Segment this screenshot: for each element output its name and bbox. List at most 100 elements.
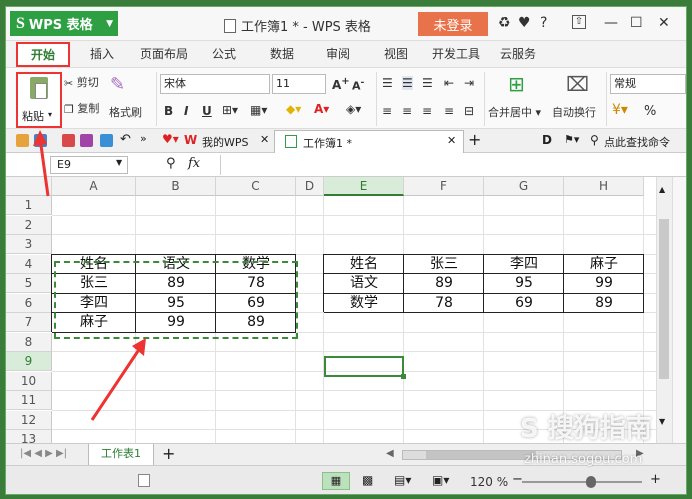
row-header-9[interactable]: 9	[6, 352, 52, 371]
active-cell-e9[interactable]	[324, 356, 406, 379]
more-icon[interactable]: »	[140, 132, 147, 145]
align-middle-icon[interactable]: ☰	[402, 76, 413, 90]
table-cell[interactable]: 麻子	[564, 255, 644, 274]
table-cell[interactable]: 78	[404, 294, 484, 313]
column-header-d[interactable]: D	[296, 177, 324, 196]
add-sheet-icon[interactable]: +	[162, 444, 175, 463]
normal-view-icon[interactable]: ▦	[322, 472, 350, 490]
tab-view[interactable]: 视图	[384, 45, 408, 62]
minimize-icon[interactable]: —	[604, 15, 618, 31]
open-folder-icon[interactable]	[16, 134, 29, 147]
undo-icon[interactable]: ↶	[120, 132, 131, 147]
number-format-select[interactable]: 常规	[610, 74, 686, 94]
restore-ribbon-icon[interactable]: ⇧	[572, 15, 586, 29]
save-icon[interactable]	[34, 134, 47, 147]
row-header-12[interactable]: 12	[6, 410, 52, 430]
shirt-icon[interactable]: ♥	[518, 15, 531, 31]
row-header-10[interactable]: 10	[6, 371, 52, 391]
row-header-11[interactable]: 11	[6, 391, 52, 410]
row-header-4[interactable]: 4	[6, 254, 52, 274]
tab-review[interactable]: 审阅	[326, 45, 350, 62]
zoom-slider-knob[interactable]	[586, 476, 596, 488]
page-break-view-icon[interactable]: ▩	[362, 473, 373, 487]
table-cell[interactable]: 张三	[404, 255, 484, 274]
skin-icon[interactable]: ♻	[498, 15, 511, 31]
justify-icon[interactable]: ≡	[444, 104, 454, 118]
cut-button[interactable]: ✂ 剪切	[64, 74, 99, 90]
print-icon[interactable]	[80, 134, 93, 147]
font-name-select[interactable]: 宋体	[160, 74, 270, 94]
percent-button[interactable]: %	[644, 104, 656, 119]
horizontal-scroll-thumb[interactable]	[426, 451, 536, 459]
row-header-13[interactable]: 13	[6, 430, 52, 443]
table-cell[interactable]: 姓名	[324, 255, 404, 274]
macro-icon[interactable]	[138, 474, 150, 487]
format-painter-button[interactable]: 格式刷	[109, 104, 142, 120]
table-cell[interactable]: 95	[484, 274, 564, 293]
zoom-slider-track[interactable]	[522, 481, 642, 483]
d-icon[interactable]: D	[542, 133, 552, 147]
zoom-in-icon[interactable]: +	[650, 472, 661, 487]
new-tab-icon[interactable]: +	[468, 130, 481, 149]
vertical-scroll-thumb[interactable]	[659, 219, 669, 379]
column-header-e[interactable]: E	[324, 177, 404, 196]
customize-icon[interactable]: ♥▾	[162, 132, 179, 146]
underline-button[interactable]: U	[202, 104, 212, 118]
row-header-5[interactable]: 5	[6, 274, 52, 293]
table-cell[interactable]: 数学	[324, 294, 404, 313]
table-cell[interactable]: 89	[564, 294, 644, 313]
reading-mode-icon[interactable]: ▣▾	[432, 473, 449, 487]
close-tab-icon[interactable]: ✕	[260, 133, 269, 146]
help-icon[interactable]: ?	[540, 15, 547, 31]
close-tab-icon[interactable]: ✕	[447, 134, 456, 147]
align-right-icon[interactable]: ≡	[422, 104, 432, 118]
column-header-g[interactable]: G	[484, 177, 564, 196]
grow-font-icon[interactable]: A+	[332, 76, 350, 92]
maximize-icon[interactable]: ☐	[630, 15, 643, 31]
scroll-left-icon[interactable]: ◀	[386, 448, 394, 459]
login-button[interactable]: 未登录	[418, 12, 488, 36]
align-left-icon[interactable]: ≡	[382, 104, 392, 118]
row-header-7[interactable]: 7	[6, 313, 52, 332]
wrap-text-button[interactable]: 自动换行	[552, 104, 596, 120]
row-header-6[interactable]: 6	[6, 293, 52, 313]
share-icon[interactable]: ⚑▾	[564, 133, 579, 146]
fx-button[interactable]: fx	[188, 156, 200, 171]
tab-workbook1[interactable]: 工作簿1 * ✕	[274, 130, 464, 153]
table-cell[interactable]: 99	[564, 274, 644, 293]
tab-data[interactable]: 数据	[270, 45, 294, 62]
zoom-out-icon[interactable]: −	[512, 472, 523, 487]
tab-cloud[interactable]: 云服务	[500, 45, 536, 62]
font-color-icon[interactable]: A▾	[314, 102, 329, 116]
scroll-down-icon[interactable]: ▼	[659, 417, 665, 426]
column-header-c[interactable]: C	[216, 177, 296, 196]
export-pdf-icon[interactable]	[62, 134, 75, 147]
align-top-icon[interactable]: ☰	[382, 76, 393, 90]
chevron-down-icon[interactable]: ▼	[116, 158, 122, 167]
italic-button[interactable]: I	[184, 104, 188, 118]
table-cell[interactable]: 语文	[324, 274, 404, 293]
column-header-b[interactable]: B	[136, 177, 216, 196]
spreadsheet-grid[interactable]: ABCDEFGH 1 2 3 4 5 6 7 8 9 10 11 12 13 姓名 语文 数学 张三 89 78 李…	[6, 177, 656, 443]
column-header-h[interactable]: H	[564, 177, 644, 196]
clear-format-icon[interactable]: ◈▾	[346, 102, 361, 116]
row-header-2[interactable]: 2	[6, 215, 52, 235]
select-all-corner[interactable]	[6, 177, 52, 196]
row-header-1[interactable]: 1	[6, 196, 52, 215]
tab-formulas[interactable]: 公式	[212, 45, 236, 62]
tab-page-layout[interactable]: 页面布局	[140, 45, 188, 62]
row-header-8[interactable]: 8	[6, 332, 52, 352]
distributed-icon[interactable]: ⊟	[464, 104, 474, 118]
format-painter-icon[interactable]: ✎	[110, 74, 125, 95]
indent-decrease-icon[interactable]: ⇤	[444, 76, 454, 90]
font-size-select[interactable]: 11	[272, 74, 326, 94]
paste-button[interactable]: 粘贴 ▾	[16, 72, 62, 128]
align-bottom-icon[interactable]: ☰	[422, 76, 433, 90]
tab-home[interactable]: 开始	[16, 42, 70, 67]
scroll-up-icon[interactable]: ▲	[659, 185, 665, 194]
print-preview-icon[interactable]	[100, 134, 113, 147]
column-header-a[interactable]: A	[52, 177, 136, 196]
merge-center-button[interactable]: 合并居中 ▾	[488, 104, 541, 120]
close-icon[interactable]: ✕	[658, 15, 670, 31]
fill-color-icon[interactable]: ◆▾	[286, 102, 301, 116]
